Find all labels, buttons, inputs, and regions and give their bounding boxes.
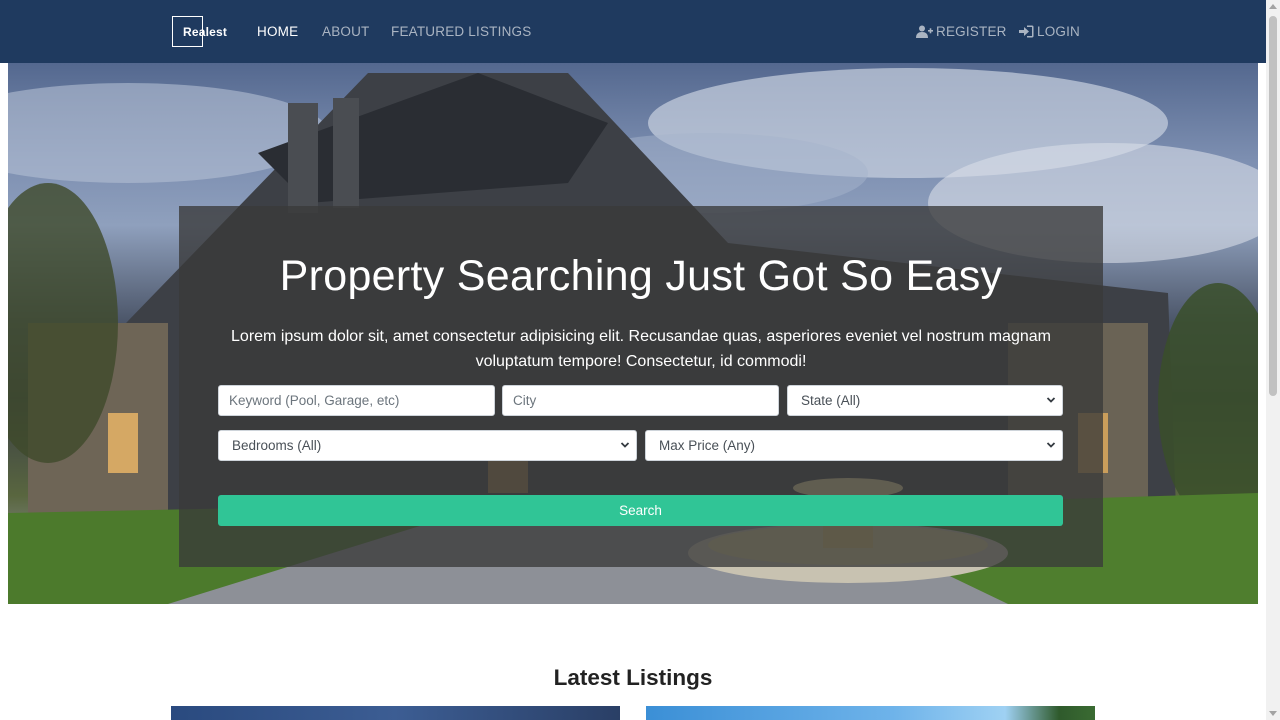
max-price-select[interactable]: Max Price (Any): [645, 430, 1063, 461]
nav-about[interactable]: ABOUT: [322, 24, 370, 39]
brand-name: Realest: [183, 25, 228, 39]
bedrooms-select[interactable]: Bedrooms (All): [218, 430, 637, 461]
scroll-down-arrow-icon[interactable]: [1269, 711, 1277, 716]
hero-title: Property Searching Just Got So Easy: [279, 252, 1003, 300]
latest-listings-heading: Latest Listings: [553, 665, 713, 690]
search-panel: Property Searching Just Got So Easy Lore…: [179, 206, 1103, 567]
chevron-down-icon: [1046, 442, 1056, 448]
hero-banner: Property Searching Just Got So Easy Lore…: [8, 63, 1258, 604]
keyword-input[interactable]: Keyword (Pool, Garage, etc): [218, 385, 495, 416]
nav-register[interactable]: REGISTER: [916, 24, 1007, 39]
max-price-selected: Max Price (Any): [659, 438, 756, 453]
sign-in-icon: [1019, 25, 1034, 38]
page-scrollbar[interactable]: [1266, 0, 1280, 720]
state-select[interactable]: State (All): [787, 385, 1063, 416]
scrollbar-thumb[interactable]: [1269, 16, 1277, 396]
user-plus-icon: [916, 25, 933, 38]
chevron-down-icon: [620, 442, 630, 448]
nav-home[interactable]: HOME: [257, 24, 298, 39]
login-label: LOGIN: [1037, 24, 1081, 39]
bedrooms-selected: Bedrooms (All): [232, 438, 322, 453]
navbar: Realest HOME ABOUT FEATURED LISTINGS REG…: [0, 0, 1266, 63]
nav-login[interactable]: LOGIN: [1019, 24, 1080, 39]
nav-featured-listings[interactable]: FEATURED LISTINGS: [391, 24, 531, 39]
search-button[interactable]: Search: [218, 495, 1063, 526]
listing-card-image[interactable]: [171, 706, 620, 720]
city-input[interactable]: City: [502, 385, 779, 416]
keyword-placeholder: Keyword (Pool, Garage, etc): [229, 393, 400, 408]
register-label: REGISTER: [936, 24, 1007, 39]
city-placeholder: City: [513, 393, 537, 408]
hero-subtitle: Lorem ipsum dolor sit, amet consectetur …: [231, 328, 1051, 370]
scroll-up-arrow-icon[interactable]: [1269, 4, 1277, 9]
listing-card-image[interactable]: [646, 706, 1095, 720]
brand-logo[interactable]: Realest: [172, 16, 227, 47]
chevron-down-icon: [1046, 397, 1056, 403]
state-selected: State (All): [801, 393, 861, 408]
